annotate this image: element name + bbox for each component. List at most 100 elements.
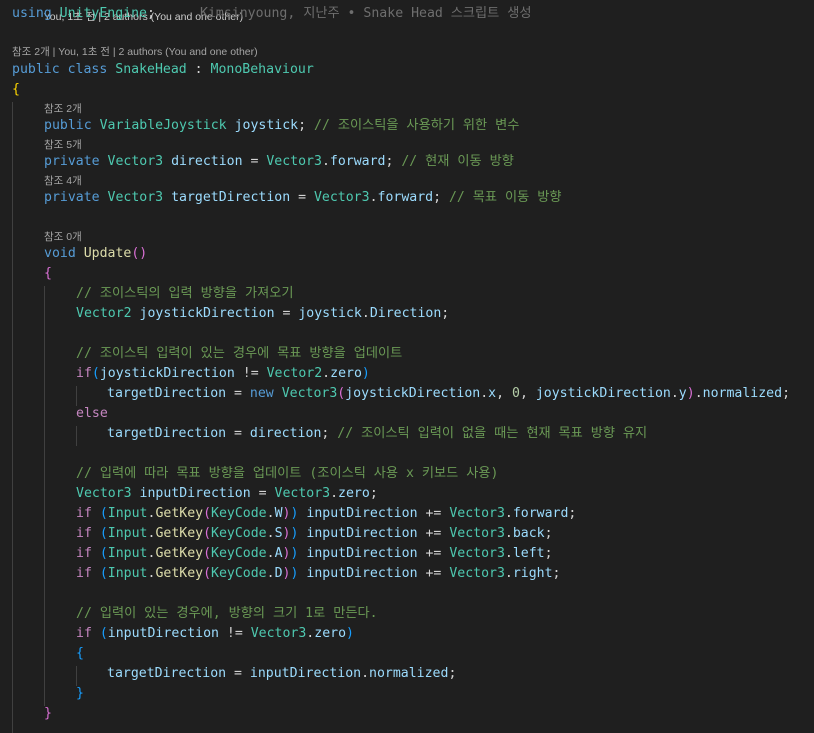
member-name: right [512,566,553,581]
code-line-if-joystick[interactable]: if(joystickDirection != Vector2.zero) [76,364,814,384]
code-line-method-open[interactable]: { [44,264,814,284]
field-name: direction [171,154,243,169]
type-name: Input [107,546,148,561]
codelens-update[interactable]: 참조 0개 [44,231,82,243]
local-var: joystickDirection [139,306,275,321]
code-line-target-direction-field[interactable]: private Vector3 targetDirection = Vector… [44,188,814,208]
code-line-if-input[interactable]: if (inputDirection != Vector3.zero) [76,624,814,644]
code-line-update-decl[interactable]: void Update() [44,244,814,264]
code-line-if-open[interactable]: { [76,644,814,664]
comment: // 목표 이동 방향 [448,190,562,205]
indent-guide-if [76,386,77,406]
member-name: zero [330,366,362,381]
code-line-target-from-joystick[interactable]: targetDirection = new Vector3(joystickDi… [107,384,814,404]
indent-guide-class [12,102,13,733]
code-line-key-w[interactable]: if (Input.GetKey(KeyCode.W)) inputDirect… [76,504,814,524]
type-name: KeyCode [211,566,267,581]
codelens-direction[interactable]: 참조 5개 [44,139,82,151]
type-name: KeyCode [211,506,267,521]
keyword-private: private [44,154,100,169]
method-name: GetKey [155,546,204,561]
keyword-if: if [76,526,92,541]
type-name: Vector3 [266,154,322,169]
keyword-if: if [76,626,92,641]
indent-guide-if-block [76,666,77,686]
code-line-comment-4[interactable]: // 입력에 따라 목표 방향을 업데이트 (조이스틱 사용 x 키보드 사용) [76,464,814,484]
type-name: KeyCode [211,526,267,541]
codelens-target-direction[interactable]: 참조 4개 [44,175,82,187]
local-var: inputDirection [306,566,418,581]
code-line-input-direction[interactable]: Vector3 inputDirection = Vector3.zero; [76,484,814,504]
code-line-joystick-field[interactable]: public VariableJoystick joystick; // 조이스… [44,116,814,136]
type-name: Vector2 [76,306,132,321]
field-name: targetDirection [171,190,291,205]
method-name: GetKey [155,526,204,541]
member-name: y [678,386,687,401]
keyword-if: if [76,546,92,561]
keyword-void: void [44,246,76,261]
code-line-class-decl[interactable]: public class SnakeHead : MonoBehaviour [12,60,814,80]
code-line-comment-2[interactable]: // 조이스틱 입력이 있는 경우에 목표 방향을 업데이트 [76,344,814,364]
code-line-method-close[interactable]: } [44,704,814,724]
type-name: Vector3 [250,626,307,641]
code-line-target-keep[interactable]: targetDirection = direction; // 조이스틱 입력이… [107,424,814,444]
member-name: back [512,526,545,541]
code-line-comment-1[interactable]: // 조이스틱의 입력 방향을 가져오기 [76,284,814,304]
codelens-class[interactable]: 참조 2개 | You, 1초 전 | 2 authors (You and o… [12,46,258,58]
type-name: Vector3 [313,190,370,205]
code-line-if-close[interactable]: } [76,684,814,704]
code-line-else[interactable]: else [76,404,814,424]
code-line-comment-5[interactable]: // 입력이 있는 경우에, 방향의 크기 1로 만든다. [76,604,814,624]
code-line-direction-field[interactable]: private Vector3 direction = Vector3.forw… [44,152,814,172]
local-var: joystickDirection [535,386,671,401]
keyword-class: class [67,62,108,77]
code-line-key-s[interactable]: if (Input.GetKey(KeyCode.S)) inputDirect… [76,524,814,544]
code-line-key-a[interactable]: if (Input.GetKey(KeyCode.A)) inputDirect… [76,544,814,564]
local-var: inputDirection [139,486,251,501]
member-name: normalized [702,386,783,401]
enum-member: S [274,526,283,541]
member-name: x [488,386,497,401]
member-name: forward [512,506,569,521]
keyword-if: if [76,506,92,521]
type-name: KeyCode [211,546,267,561]
semicolon: ; [147,6,155,21]
local-var: joystickDirection [99,366,235,381]
method-name: Update [83,246,132,261]
method-name: GetKey [155,566,204,581]
local-var: inputDirection [306,526,418,541]
git-blame-annotation[interactable]: Kimsinyoung, 지난주 • Snake Head 스크립트 생성 [200,4,814,24]
colon: : [186,62,211,77]
type-name: Vector3 [107,154,164,169]
keyword-if: if [76,366,92,381]
keyword-new: new [249,386,274,401]
code-editor[interactable]: You, 1초 전 | 2 authors (You and one other… [0,0,814,733]
code-line-joystick-direction[interactable]: Vector2 joystickDirection = joystick.Dir… [76,304,814,324]
comment: // 조이스틱을 사용하기 위한 변수 [314,118,520,133]
code-line-key-d[interactable]: if (Input.GetKey(KeyCode.D)) inputDirect… [76,564,814,584]
brace-open: { [12,82,20,97]
type-name: VariableJoystick [99,118,227,133]
keyword-using: using [12,6,52,21]
member-name: forward [329,154,386,169]
codelens-joystick[interactable]: 참조 2개 [44,103,82,115]
field-ref: targetDirection [107,666,227,681]
comment: // 입력이 있는 경우에, 방향의 크기 1로 만든다. [76,606,378,621]
local-var: inputDirection [306,506,418,521]
member-name: Direction [369,306,442,321]
keyword-public: public [44,118,92,133]
code-line-class-open[interactable]: { [12,80,814,100]
member-name: left [512,546,545,561]
field-ref: direction [249,426,322,441]
enum-member: A [274,546,283,561]
type-name: Input [107,526,148,541]
keyword-if: if [76,566,92,581]
number-literal: 0 [512,386,520,401]
member-name: zero [338,486,370,501]
type-name: Vector3 [449,526,505,541]
indent-guide-else [76,426,77,446]
code-line-target-from-input[interactable]: targetDirection = inputDirection.normali… [107,664,814,684]
indent-guide-method [44,286,45,706]
comment: // 입력에 따라 목표 방향을 업데이트 (조이스틱 사용 x 키보드 사용) [76,466,499,481]
comment: // 조이스틱 입력이 있는 경우에 목표 방향을 업데이트 [76,346,403,361]
